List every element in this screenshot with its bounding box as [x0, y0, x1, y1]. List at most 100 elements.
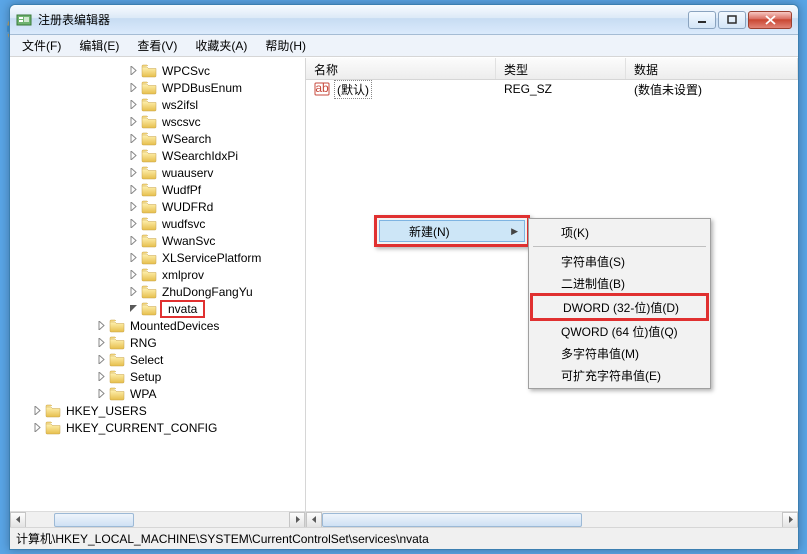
- menu-view[interactable]: 查看(V): [129, 35, 185, 56]
- ctx-sub-item[interactable]: 可扩充字符串值(E): [531, 364, 708, 386]
- menu-edit[interactable]: 编辑(E): [71, 35, 127, 56]
- ctx-sub-item[interactable]: 项(K): [531, 221, 708, 243]
- scroll-thumb[interactable]: [322, 513, 582, 527]
- tree-node[interactable]: HKEY_USERS: [14, 402, 305, 419]
- string-value-icon: ab: [314, 81, 330, 97]
- list-row[interactable]: ab (默认) REG_SZ (数值未设置): [306, 80, 798, 98]
- expand-toggle-icon[interactable]: [94, 353, 108, 367]
- tree-node[interactable]: WUDFRd: [14, 198, 305, 215]
- expand-toggle-icon[interactable]: [126, 234, 140, 248]
- value-type: REG_SZ: [496, 81, 626, 97]
- expand-toggle-icon[interactable]: [126, 217, 140, 231]
- folder-icon: [141, 166, 157, 180]
- tree-node[interactable]: HKEY_CURRENT_CONFIG: [14, 419, 305, 436]
- expand-toggle-icon[interactable]: [94, 387, 108, 401]
- folder-icon: [141, 64, 157, 78]
- ctx-sub-item[interactable]: DWORD (32-位)值(D): [533, 296, 706, 318]
- col-name[interactable]: 名称: [306, 58, 496, 79]
- expand-toggle-icon[interactable]: [126, 183, 140, 197]
- tree-node[interactable]: Select: [14, 351, 305, 368]
- scroll-right-icon[interactable]: [782, 512, 798, 528]
- statusbar: 计算机\HKEY_LOCAL_MACHINE\SYSTEM\CurrentCon…: [10, 527, 798, 549]
- tree-label: wudfsvc: [160, 217, 207, 231]
- expand-toggle-icon[interactable]: [126, 166, 140, 180]
- ctx-sub-item[interactable]: 字符串值(S): [531, 250, 708, 272]
- expand-toggle-icon[interactable]: [126, 251, 140, 265]
- expand-toggle-icon[interactable]: [30, 404, 44, 418]
- folder-icon: [109, 370, 125, 384]
- ctx-sub-item[interactable]: QWORD (64 位)值(Q): [531, 320, 708, 342]
- tree-node[interactable]: WPDBusEnum: [14, 79, 305, 96]
- close-button[interactable]: [748, 11, 792, 29]
- expand-toggle-icon[interactable]: [126, 200, 140, 214]
- tree-label: wscsvc: [160, 115, 203, 129]
- folder-icon: [141, 302, 157, 316]
- tree-label: RNG: [128, 336, 159, 350]
- expand-toggle-icon[interactable]: [126, 132, 140, 146]
- tree-label: WPCSvc: [160, 64, 212, 78]
- scroll-left-icon[interactable]: [10, 512, 26, 528]
- tree-node[interactable]: WPCSvc: [14, 62, 305, 79]
- tree-node[interactable]: XLServicePlatform: [14, 249, 305, 266]
- ctx-new[interactable]: 新建(N): [379, 220, 525, 242]
- expand-toggle-icon[interactable]: [94, 370, 108, 384]
- tree-pane[interactable]: WPCSvcWPDBusEnumws2ifsl wscsvcWSearch WSea…: [10, 58, 306, 527]
- tree-node[interactable]: WSearch: [14, 130, 305, 147]
- tree-node[interactable]: nvata: [14, 300, 305, 317]
- menu-help[interactable]: 帮助(H): [257, 35, 314, 56]
- minimize-button[interactable]: [688, 11, 716, 29]
- folder-icon: [45, 404, 61, 418]
- tree-node[interactable]: wscsvc: [14, 113, 305, 130]
- menubar: 文件(F) 编辑(E) 查看(V) 收藏夹(A) 帮助(H): [10, 35, 798, 57]
- expand-toggle-icon[interactable]: [126, 302, 140, 316]
- tree-label: WudfPf: [160, 183, 203, 197]
- tree-label: xmlprov: [160, 268, 206, 282]
- tree-node[interactable]: RNG: [14, 334, 305, 351]
- context-menu: 新建(N): [374, 215, 530, 247]
- expand-toggle-icon[interactable]: [126, 81, 140, 95]
- menu-file[interactable]: 文件(F): [14, 35, 69, 56]
- col-type[interactable]: 类型: [496, 58, 626, 79]
- titlebar[interactable]: 注册表编辑器: [10, 5, 798, 35]
- tree-node[interactable]: WSearchIdxPi: [14, 147, 305, 164]
- tree-label: WSearchIdxPi: [160, 149, 240, 163]
- expand-toggle-icon[interactable]: [30, 421, 44, 435]
- tree-node[interactable]: WudfPf: [14, 181, 305, 198]
- app-icon: [16, 12, 32, 28]
- folder-icon: [109, 336, 125, 350]
- tree-label: WwanSvc: [160, 234, 217, 248]
- folder-icon: [141, 268, 157, 282]
- scroll-thumb[interactable]: [54, 513, 134, 527]
- tree-node[interactable]: MountedDevices: [14, 317, 305, 334]
- tree-node[interactable]: WPA: [14, 385, 305, 402]
- list-header: 名称 类型 数据: [306, 58, 798, 80]
- menu-separator: [533, 246, 706, 247]
- tree-node[interactable]: ZhuDongFangYu: [14, 283, 305, 300]
- expand-toggle-icon[interactable]: [126, 64, 140, 78]
- expand-toggle-icon[interactable]: [126, 285, 140, 299]
- expand-toggle-icon[interactable]: [126, 268, 140, 282]
- expand-toggle-icon[interactable]: [94, 319, 108, 333]
- tree-node[interactable]: Setup: [14, 368, 305, 385]
- tree-node[interactable]: ws2ifsl: [14, 96, 305, 113]
- expand-toggle-icon[interactable]: [126, 115, 140, 129]
- tree-scrollbar[interactable]: [10, 511, 305, 527]
- expand-toggle-icon[interactable]: [126, 149, 140, 163]
- menu-favorites[interactable]: 收藏夹(A): [187, 35, 255, 56]
- tree-node[interactable]: xmlprov: [14, 266, 305, 283]
- col-data[interactable]: 数据: [626, 58, 798, 79]
- folder-icon: [109, 353, 125, 367]
- folder-icon: [109, 319, 125, 333]
- folder-icon: [141, 98, 157, 112]
- ctx-sub-item[interactable]: 多字符串值(M): [531, 342, 708, 364]
- expand-toggle-icon[interactable]: [94, 336, 108, 350]
- tree-node[interactable]: WwanSvc: [14, 232, 305, 249]
- tree-node[interactable]: wudfsvc: [14, 215, 305, 232]
- expand-toggle-icon[interactable]: [126, 98, 140, 112]
- scroll-right-icon[interactable]: [289, 512, 305, 528]
- list-scrollbar[interactable]: [306, 511, 798, 527]
- ctx-sub-item[interactable]: 二进制值(B): [531, 272, 708, 294]
- tree-node[interactable]: wuauserv: [14, 164, 305, 181]
- scroll-left-icon[interactable]: [306, 512, 322, 528]
- maximize-button[interactable]: [718, 11, 746, 29]
